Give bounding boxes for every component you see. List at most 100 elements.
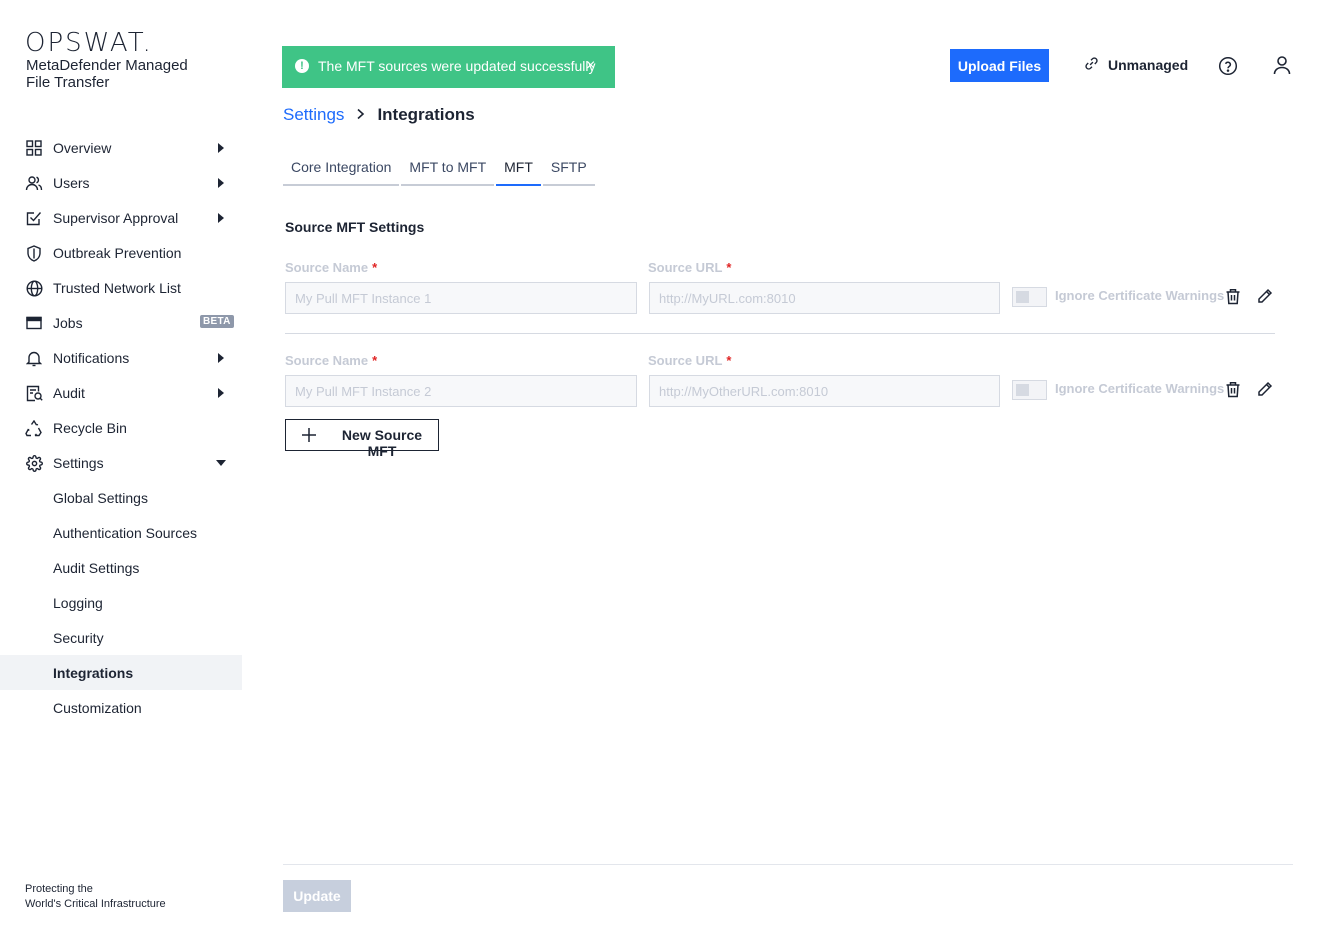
sidebar-item-label: Settings xyxy=(53,454,104,471)
sidebar-item-label: Outbreak Prevention xyxy=(53,244,182,261)
sidebar-item-audit[interactable]: Audit xyxy=(0,375,242,410)
pencil-icon[interactable] xyxy=(1257,381,1275,399)
chevron-right-icon xyxy=(356,107,365,123)
close-icon[interactable]: × xyxy=(586,57,595,75)
footer-tagline: Protecting the World's Critical Infrastr… xyxy=(25,882,166,912)
sidebar-item-recycle-bin[interactable]: Recycle Bin xyxy=(0,410,242,445)
sidebar-item-label: Trusted Network List xyxy=(53,279,181,296)
help-icon[interactable] xyxy=(1218,56,1238,76)
caret-right-icon xyxy=(218,143,224,153)
sidebar-subitem-label: Authentication Sources xyxy=(53,524,197,541)
sidebar-subitem-label: Audit Settings xyxy=(53,559,140,576)
sidebar-subitem-label: Security xyxy=(53,629,104,646)
plus-icon xyxy=(301,427,317,445)
upload-files-button[interactable]: Upload Files xyxy=(950,49,1049,82)
tab-mft[interactable]: MFT xyxy=(496,157,541,186)
shield-icon xyxy=(25,244,43,262)
source-url-label: Source URL * xyxy=(648,260,732,275)
breadcrumb-settings-link[interactable]: Settings xyxy=(283,105,344,125)
sidebar-subitem-label: Global Settings xyxy=(53,489,148,506)
sidebar-item-label: Supervisor Approval xyxy=(53,209,179,226)
sidebar-subitem-global-settings[interactable]: Global Settings xyxy=(0,480,242,515)
source-url-input[interactable]: http://MyOtherURL.com:8010 xyxy=(649,375,1000,407)
sidebar-item-label: Overview xyxy=(53,139,112,156)
audit-icon xyxy=(25,384,43,402)
footer-divider xyxy=(283,864,1293,865)
toast-message: The MFT sources were updated successfull… xyxy=(318,58,596,74)
caret-right-icon xyxy=(218,353,224,363)
globe-icon xyxy=(25,279,43,297)
source-url-input[interactable]: http://MyURL.com:8010 xyxy=(649,282,1000,314)
caret-down-icon xyxy=(216,460,226,466)
sidebar-item-label: Recycle Bin xyxy=(53,419,127,436)
link-icon xyxy=(1084,56,1099,74)
trash-icon[interactable] xyxy=(1225,381,1243,399)
unmanaged-label: Unmanaged xyxy=(1108,57,1189,73)
ignore-cert-toggle[interactable] xyxy=(1012,287,1047,307)
unmanaged-link[interactable]: Unmanaged xyxy=(1084,56,1188,74)
approval-check-icon xyxy=(25,209,43,227)
recycle-icon xyxy=(25,419,43,437)
row-divider xyxy=(285,333,1275,334)
sidebar-item-supervisor-approval[interactable]: Supervisor Approval xyxy=(0,200,242,235)
success-toast: ! The MFT sources were updated successfu… xyxy=(282,46,615,88)
ignore-cert-toggle[interactable] xyxy=(1012,380,1047,400)
sidebar-item-label: Jobs xyxy=(53,314,83,331)
user-icon[interactable] xyxy=(1272,55,1292,75)
caret-right-icon xyxy=(218,213,224,223)
alert-circle-icon: ! xyxy=(295,59,309,73)
gear-icon xyxy=(25,454,43,472)
sidebar-item-overview[interactable]: Overview xyxy=(0,130,242,165)
sidebar-subitem-authentication-sources[interactable]: Authentication Sources xyxy=(0,515,242,550)
tab-sftp[interactable]: SFTP xyxy=(542,157,595,186)
sidebar-item-settings[interactable]: Settings xyxy=(0,445,242,480)
tagline-line-1: Protecting the xyxy=(25,883,93,895)
section-title: Source MFT Settings xyxy=(285,219,425,235)
sidebar-subitem-label: Logging xyxy=(53,594,103,611)
sidebar-subitem-label: Integrations xyxy=(53,664,134,681)
sidebar: OPSWAT. MetaDefender Managed File Transf… xyxy=(0,0,242,945)
breadcrumb: Settings Integrations xyxy=(283,105,475,125)
sidebar-item-label: Audit xyxy=(53,384,85,401)
source-name-input[interactable]: My Pull MFT Instance 1 xyxy=(285,282,637,314)
product-name: MetaDefender Managed File Transfer xyxy=(26,57,188,91)
grid-icon xyxy=(25,139,43,157)
sidebar-item-outbreak-prevention[interactable]: Outbreak Prevention xyxy=(0,235,242,270)
sidebar-item-jobs[interactable]: Jobs BETA xyxy=(0,305,242,340)
source-name-label: Source Name * xyxy=(285,353,378,368)
new-source-mft-button[interactable]: New Source MFT xyxy=(285,419,439,459)
sidebar-subitem-integrations[interactable]: Integrations xyxy=(0,655,242,690)
sidebar-item-label: Users xyxy=(53,174,90,191)
ignore-cert-label: Ignore Certificate Warnings xyxy=(1055,288,1225,303)
sidebar-subitem-security[interactable]: Security xyxy=(0,620,242,655)
sidebar-item-trusted-network-list[interactable]: Trusted Network List xyxy=(0,270,242,305)
source-name-input[interactable]: My Pull MFT Instance 2 xyxy=(285,375,637,407)
update-button[interactable]: Update xyxy=(283,880,351,912)
sidebar-item-notifications[interactable]: Notifications xyxy=(0,340,242,375)
sidebar-subitem-audit-settings[interactable]: Audit Settings xyxy=(0,550,242,585)
beta-badge: BETA xyxy=(200,315,234,328)
integration-tabs: Core Integration MFT to MFT MFT SFTP xyxy=(283,157,597,186)
trash-icon[interactable] xyxy=(1225,288,1243,306)
bell-icon xyxy=(25,349,43,367)
sidebar-nav: Overview Users Supervisor Approval Outbr… xyxy=(0,130,242,725)
window-icon xyxy=(25,314,43,332)
sidebar-subitem-customization[interactable]: Customization xyxy=(0,690,242,725)
source-name-label: Source Name * xyxy=(285,260,378,275)
sidebar-subitem-logging[interactable]: Logging xyxy=(0,585,242,620)
source-url-label: Source URL * xyxy=(648,353,732,368)
new-source-label: New Source MFT xyxy=(341,427,423,459)
ignore-cert-label: Ignore Certificate Warnings xyxy=(1055,381,1225,396)
sidebar-item-users[interactable]: Users xyxy=(0,165,242,200)
tab-mft-to-mft[interactable]: MFT to MFT xyxy=(401,157,495,186)
tab-core-integration[interactable]: Core Integration xyxy=(283,157,400,186)
tagline-line-2: World's Critical Infrastructure xyxy=(25,898,166,910)
caret-right-icon xyxy=(218,388,224,398)
sidebar-subitem-label: Customization xyxy=(53,699,142,716)
breadcrumb-current: Integrations xyxy=(377,105,475,124)
opswat-logo: OPSWAT. xyxy=(25,28,153,58)
pencil-icon[interactable] xyxy=(1257,288,1275,306)
caret-right-icon xyxy=(218,178,224,188)
sidebar-item-label: Notifications xyxy=(53,349,130,366)
users-icon xyxy=(25,174,43,192)
